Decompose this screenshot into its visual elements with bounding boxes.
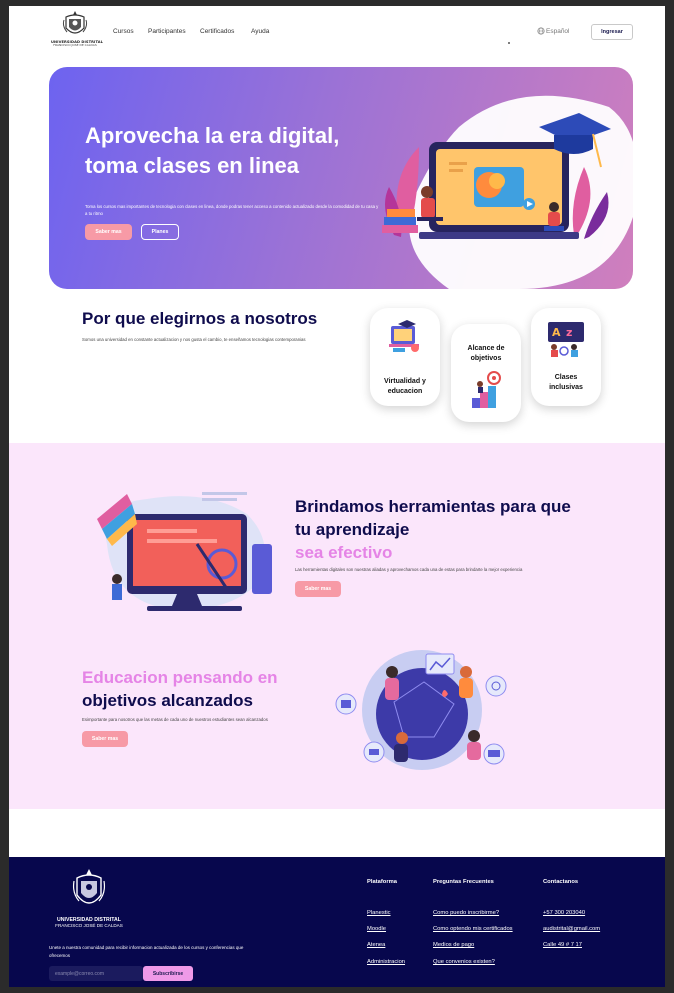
footer-link-administracion[interactable]: Administracion bbox=[367, 959, 405, 965]
card-label-line1: Clases bbox=[554, 374, 578, 381]
feature-card-objetivos[interactable]: Alcance de objetivos bbox=[451, 324, 521, 422]
design-tools-illustration bbox=[97, 492, 272, 611]
crest-icon bbox=[62, 11, 88, 34]
globe-icon bbox=[537, 27, 545, 35]
footer-link-address[interactable]: Calle 49 # 7 17 bbox=[543, 942, 582, 948]
tools-title-line2: tu aprendizaje bbox=[295, 520, 410, 539]
footer-link-medios-pago[interactable]: Medios de pago bbox=[433, 942, 474, 948]
footer-link-convenios[interactable]: Que convenios existen? bbox=[433, 959, 495, 965]
hero-title-line2: toma clases en linea bbox=[85, 153, 299, 178]
logo-name-line2: FRANCISCO JOSÉ DE CALDAS bbox=[53, 43, 97, 47]
card-label-line1: Alcance de bbox=[467, 345, 505, 352]
hero-subtitle: Toma los cursos mas importantes de tecno… bbox=[85, 204, 379, 216]
tools-section-subtitle: Las herramientas digitales son nuestras … bbox=[295, 567, 523, 572]
svg-text:A: A bbox=[552, 326, 561, 339]
tools-section-title: Brindamos herramientas para que tu apren… bbox=[295, 495, 605, 564]
tools-title-line1: Brindamos herramientas para que bbox=[295, 497, 571, 516]
tools-title-highlight: sea efectivo bbox=[295, 543, 393, 562]
decorative-dot bbox=[508, 42, 510, 44]
goals-section-subtitle: Esimportante para nosotros que las metas… bbox=[82, 717, 268, 722]
feature-card-virtualidad[interactable]: Virtualidad y educacion bbox=[370, 308, 440, 406]
newsletter-email-input[interactable] bbox=[49, 966, 143, 981]
crest-icon bbox=[72, 869, 106, 904]
hero-banner: Aprovecha la era digital, toma clases en… bbox=[49, 67, 633, 289]
hero-title-line1: Aprovecha la era digital, bbox=[85, 123, 340, 148]
card-label-line2: educacion bbox=[387, 388, 423, 395]
card-label-line1: Virtualidad y bbox=[384, 378, 426, 385]
footer-link-email[interactable]: audistrital@gmail.com bbox=[543, 926, 600, 932]
footer-heading-preguntas: Preguntas Frecuentes bbox=[433, 879, 494, 885]
hero-planes-button[interactable]: Planes bbox=[141, 224, 179, 240]
footer-link-phone[interactable]: +57 300 203040 bbox=[543, 910, 585, 916]
language-label: Español bbox=[546, 27, 570, 35]
footer-university-logo[interactable]: UNIVERSIDAD DISTRITAL FRANCISCO JOSÉ DE … bbox=[51, 867, 127, 929]
footer: UNIVERSIDAD DISTRITAL FRANCISCO JOSÉ DE … bbox=[9, 857, 665, 987]
why-us-subtitle: Somos una universidad en constante actua… bbox=[82, 337, 306, 342]
nav-link-cursos[interactable]: Cursos bbox=[113, 28, 134, 35]
goals-section-title: Educacion pensando en objetivos alcanzad… bbox=[82, 666, 332, 712]
nav-link-participantes[interactable]: Participantes bbox=[148, 28, 186, 35]
feature-card-inclusivas[interactable]: A z Clases inclusivas bbox=[531, 308, 601, 406]
newsletter-text: Unete a nuestra comunidad para recibir i… bbox=[49, 945, 244, 958]
goals-title-line2: objetivos alcanzados bbox=[82, 691, 253, 710]
tools-saber-mas-button[interactable]: Saber mas bbox=[295, 581, 341, 597]
nav-link-certificados[interactable]: Certificados bbox=[200, 28, 234, 35]
footer-link-atenea[interactable]: Atenea bbox=[367, 942, 385, 948]
footer-link-moodle[interactable]: Moodle bbox=[367, 926, 386, 932]
page: UNIVERSIDAD DISTRITAL FRANCISCO JOSÉ DE … bbox=[9, 6, 665, 987]
footer-heading-contactanos: Contactanos bbox=[543, 879, 579, 885]
card-label-line2: inclusivas bbox=[549, 384, 583, 391]
card-label-line2: objetivos bbox=[470, 355, 502, 362]
login-button[interactable]: Ingresar bbox=[591, 24, 633, 40]
footer-link-planestic[interactable]: Planestic bbox=[367, 910, 391, 916]
footer-link-inscribirme[interactable]: Como puedo inscribirme? bbox=[433, 910, 499, 916]
language-selector[interactable]: Español bbox=[537, 27, 570, 35]
online-learning-icon bbox=[389, 320, 419, 352]
online-class-illustration bbox=[382, 113, 611, 239]
inclusive-class-icon: A z bbox=[548, 322, 584, 357]
hero-saber-mas-button[interactable]: Saber mas bbox=[85, 224, 132, 240]
svg-text:z: z bbox=[566, 326, 572, 339]
goal-target-icon bbox=[472, 371, 501, 408]
footer-logo-line2: FRANCISCO JOSÉ DE CALDAS bbox=[55, 923, 123, 928]
hero-title: Aprovecha la era digital, toma clases en… bbox=[85, 121, 385, 181]
footer-heading-plataforma: Plataforma bbox=[367, 879, 397, 885]
goals-title-highlight: Educacion pensando en bbox=[82, 668, 278, 687]
nav-link-ayuda[interactable]: Ayuda bbox=[251, 28, 269, 35]
footer-link-certificados[interactable]: Como optendo mis certificados bbox=[433, 926, 513, 932]
global-network-illustration bbox=[335, 650, 507, 770]
top-navbar: UNIVERSIDAD DISTRITAL FRANCISCO JOSÉ DE … bbox=[9, 6, 665, 60]
university-logo[interactable]: UNIVERSIDAD DISTRITAL FRANCISCO JOSÉ DE … bbox=[51, 10, 103, 54]
subscribe-button[interactable]: Subscribirse bbox=[143, 966, 193, 981]
why-us-title: Por que elegirnos a nosotros bbox=[82, 309, 318, 328]
goals-saber-mas-button[interactable]: Saber mas bbox=[82, 731, 128, 747]
